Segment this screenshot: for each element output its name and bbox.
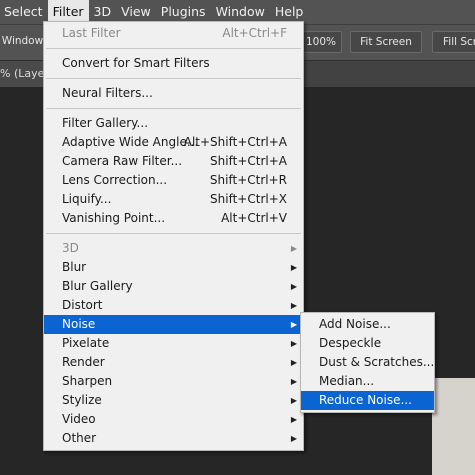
menu-item-label: Median... [319,374,375,388]
menu-item-label: Distort [62,298,103,312]
menu-item-sharpen[interactable]: Sharpen ▶ [44,372,303,391]
filter-menu: Last Filter Alt+Ctrl+F Convert for Smart F… [43,21,304,451]
menu-item-label: Blur Gallery [62,279,133,293]
menu-item-label: Lens Correction... [62,173,168,187]
submenu-arrow-icon: ▶ [290,377,297,386]
menu-item-shortcut: Shift+Ctrl+R [209,173,287,187]
menu-item-label: Dust & Scratches... [319,355,435,369]
submenu-arrow-icon: ▶ [290,415,297,424]
menu-item-dust-and-scratches[interactable]: Dust & Scratches... [301,353,434,372]
menu-item-shortcut: Alt+Shift+Ctrl+A [183,135,287,149]
menu-item-shortcut: Alt+Ctrl+V [221,211,287,225]
menu-item-3d: 3D ▶ [44,239,303,258]
document-canvas[interactable] [432,378,475,475]
menu-item-label: Camera Raw Filter... [62,154,183,168]
menu-item-blur[interactable]: Blur ▶ [44,258,303,277]
submenu-arrow-icon: ▶ [290,434,297,443]
fill-screen-button[interactable]: Fill Scre [432,31,475,53]
menu-item-shortcut: Shift+Ctrl+X [210,192,287,206]
menu-item-render[interactable]: Render ▶ [44,353,303,372]
submenu-arrow-icon: ▶ [290,320,297,329]
menu-item-label: Blur [62,260,87,274]
zoom-100-button[interactable]: 100% [300,31,342,53]
menu-separator [46,48,301,49]
menu-select[interactable]: Select [0,0,48,24]
menu-item-label: Reduce Noise... [319,393,412,407]
submenu-arrow-icon: ▶ [290,301,297,310]
menu-item-label: Sharpen [62,374,113,388]
menu-item-lens-correction[interactable]: Lens Correction... Shift+Ctrl+R [44,171,303,190]
menu-item-label: Liquify... [62,192,112,206]
menu-item-add-noise[interactable]: Add Noise... [301,315,434,334]
menu-item-neural-filters[interactable]: Neural Filters... [44,84,303,103]
menu-item-other[interactable]: Other ▶ [44,429,303,448]
noise-submenu: Add Noise... Despeckle Dust & Scratches...… [300,312,435,413]
submenu-arrow-icon: ▶ [290,396,297,405]
menu-item-label: Add Noise... [319,317,391,331]
menu-item-label: Video [62,412,96,426]
menu-item-label: Convert for Smart Filters [62,56,210,70]
menu-separator [46,108,301,109]
menu-item-shortcut: Shift+Ctrl+A [210,154,287,168]
submenu-arrow-icon: ▶ [290,358,297,367]
menu-item-label: Other [62,431,97,445]
submenu-arrow-icon: ▶ [290,282,297,291]
menu-item-vanishing-point[interactable]: Vanishing Point... Alt+Ctrl+V [44,209,303,228]
menu-item-label: Filter Gallery... [62,116,149,130]
menu-item-liquify[interactable]: Liquify... Shift+Ctrl+X [44,190,303,209]
menu-item-last-filter: Last Filter Alt+Ctrl+F [44,24,303,43]
menu-separator [46,233,301,234]
menu-item-median[interactable]: Median... [301,372,434,391]
menu-item-label: Stylize [62,393,102,407]
menu-separator [46,78,301,79]
menu-item-despeckle[interactable]: Despeckle [301,334,434,353]
menu-item-video[interactable]: Video ▶ [44,410,303,429]
menu-item-shortcut: Alt+Ctrl+F [222,26,287,40]
menu-item-label: Pixelate [62,336,110,350]
menu-item-label: Last Filter [62,26,121,40]
menu-item-blur-gallery[interactable]: Blur Gallery ▶ [44,277,303,296]
menu-item-label: Noise [62,317,96,331]
submenu-arrow-icon: ▶ [290,263,297,272]
menu-item-stylize[interactable]: Stylize ▶ [44,391,303,410]
submenu-arrow-icon: ▶ [290,244,297,253]
submenu-arrow-icon: ▶ [290,339,297,348]
menu-item-distort[interactable]: Distort ▶ [44,296,303,315]
menu-item-label: Despeckle [319,336,382,350]
menu-item-noise[interactable]: Noise ▶ [44,315,303,334]
menu-item-label: Adaptive Wide Angle... [62,135,199,149]
menu-item-pixelate[interactable]: Pixelate ▶ [44,334,303,353]
menu-item-convert-for-smart-filters[interactable]: Convert for Smart Filters [44,54,303,73]
fit-screen-button[interactable]: Fit Screen [350,31,422,53]
menu-item-camera-raw-filter[interactable]: Camera Raw Filter... Shift+Ctrl+A [44,152,303,171]
menu-item-filter-gallery[interactable]: Filter Gallery... [44,114,303,133]
menu-item-label: Render [62,355,105,369]
menu-item-label: Vanishing Point... [62,211,166,225]
menu-item-label: Neural Filters... [62,86,153,100]
menu-item-reduce-noise[interactable]: Reduce Noise... [301,391,434,410]
menu-item-adaptive-wide-angle[interactable]: Adaptive Wide Angle... Alt+Shift+Ctrl+A [44,133,303,152]
menu-item-label: 3D [62,241,79,255]
